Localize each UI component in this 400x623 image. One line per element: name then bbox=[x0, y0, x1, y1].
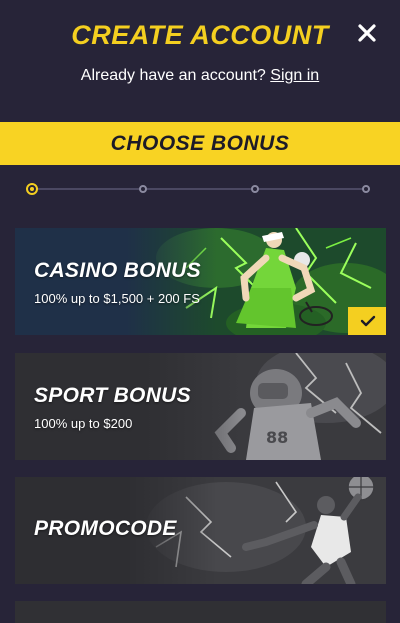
step-progress bbox=[26, 180, 374, 198]
choose-bonus-label: CHOOSE BONUS bbox=[110, 131, 290, 155]
sport-bonus-title: SPORT BONUS bbox=[34, 384, 191, 407]
header: CREATE ACCOUNT Already have an account? … bbox=[0, 0, 400, 122]
casino-bonus-title: CASINO BONUS bbox=[34, 259, 201, 282]
page-title: CREATE ACCOUNT bbox=[71, 20, 329, 50]
step-3-dot bbox=[251, 185, 259, 193]
step-1-dot bbox=[26, 183, 38, 195]
step-progress-line bbox=[32, 188, 370, 190]
additional-option-card[interactable] bbox=[15, 601, 386, 623]
casino-bonus-description: 100% up to $1,500 + 200 FS bbox=[34, 291, 200, 306]
sign-in-prompt-text: Already have an account? bbox=[80, 67, 266, 84]
check-icon bbox=[360, 315, 376, 327]
sign-in-prompt: Already have an account? Sign in bbox=[0, 67, 400, 85]
close-icon bbox=[358, 24, 376, 42]
choose-bonus-banner: CHOOSE BONUS bbox=[0, 122, 400, 165]
sign-in-link[interactable]: Sign in bbox=[270, 67, 319, 84]
promocode-card[interactable]: PROMOCODE bbox=[15, 477, 386, 584]
step-4-dot bbox=[362, 185, 370, 193]
casino-bonus-card[interactable]: CASINO BONUS 100% up to $1,500 + 200 FS bbox=[15, 228, 386, 335]
promocode-title: PROMOCODE bbox=[34, 517, 177, 540]
sport-bonus-card[interactable]: 88 SPORT BONUS 100% up to $200 bbox=[15, 353, 386, 460]
sport-bonus-description: 100% up to $200 bbox=[34, 416, 133, 431]
close-button[interactable] bbox=[356, 22, 378, 44]
selected-badge bbox=[348, 307, 386, 335]
step-2-dot bbox=[139, 185, 147, 193]
